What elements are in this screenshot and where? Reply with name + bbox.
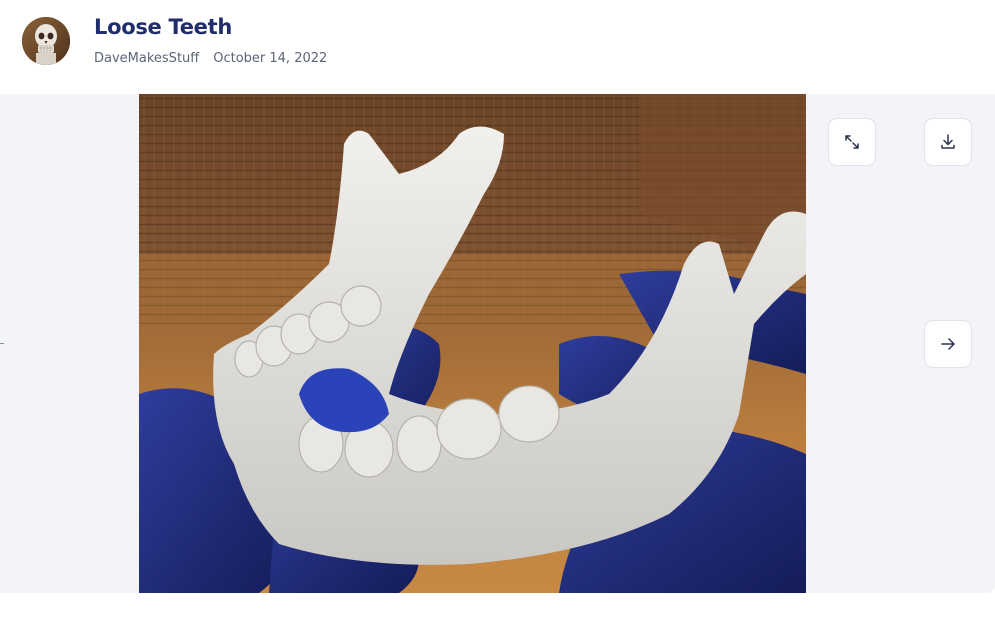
expand-button[interactable] — [828, 118, 876, 166]
post-date: October 14, 2022 — [213, 51, 328, 66]
bottom-area — [0, 593, 995, 622]
post-header: Loose Teeth DaveMakesStuff October 14, 20… — [0, 0, 995, 94]
arrow-right-icon — [941, 338, 955, 350]
author-name[interactable]: DaveMakesStuff — [94, 51, 199, 66]
next-button[interactable] — [924, 320, 972, 368]
expand-icon — [845, 135, 859, 149]
author-avatar[interactable] — [22, 17, 70, 65]
post-title: Loose Teeth — [94, 15, 232, 39]
prev-indicator[interactable] — [0, 343, 4, 344]
download-icon — [941, 134, 955, 149]
main-photo — [139, 94, 806, 593]
post-meta: DaveMakesStuff October 14, 2022 — [94, 51, 327, 66]
download-button[interactable] — [924, 118, 972, 166]
